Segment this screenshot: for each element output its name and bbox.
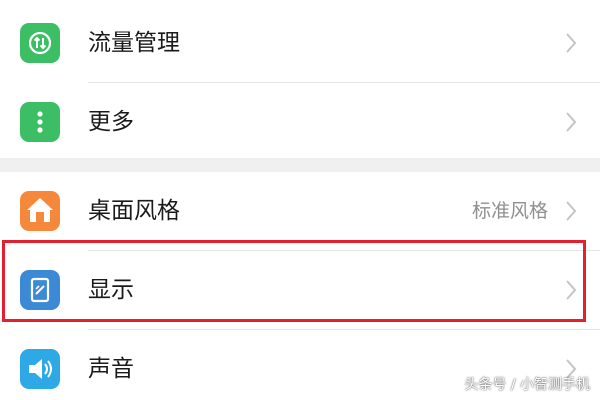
watermark: 头条号 / 小智测手机	[464, 377, 590, 393]
settings-item-label: 声音	[88, 356, 134, 382]
display-icon	[20, 270, 60, 310]
settings-item-label: 显示	[88, 277, 134, 303]
chevron-right-icon	[564, 32, 578, 54]
chevron-right-icon	[564, 200, 578, 222]
home-icon	[20, 191, 60, 231]
settings-item-more[interactable]: 更多	[0, 83, 600, 161]
speaker-icon	[20, 349, 60, 389]
settings-item-label: 流量管理	[88, 30, 180, 56]
settings-item-value: 标准风格	[471, 200, 548, 222]
traffic-arrows-icon	[20, 23, 60, 63]
settings-page: 流量管理 更多 桌面风格 标准风格 显示 声音 头条号 / 小智测手机	[0, 0, 600, 400]
settings-item-label: 桌面风格	[88, 198, 180, 224]
settings-item-display[interactable]: 显示	[0, 251, 600, 329]
settings-item-label: 更多	[88, 109, 134, 135]
chevron-right-icon	[564, 279, 578, 301]
section-separator	[0, 158, 600, 172]
settings-item-traffic-management[interactable]: 流量管理	[0, 4, 600, 82]
chevron-right-icon	[564, 111, 578, 133]
more-dots-icon	[20, 102, 60, 142]
settings-item-desktop-style[interactable]: 桌面风格 标准风格	[0, 172, 600, 250]
